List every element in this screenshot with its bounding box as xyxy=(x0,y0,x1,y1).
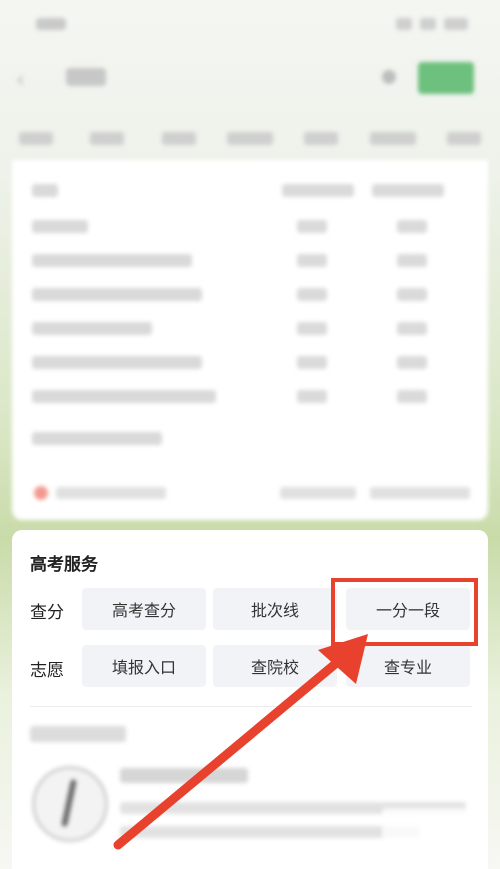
tab-item[interactable] xyxy=(357,118,428,158)
table-row xyxy=(32,356,472,370)
tab-item[interactable] xyxy=(429,118,500,158)
chevron-left-icon[interactable]: ‹ xyxy=(16,68,25,93)
search-input[interactable] xyxy=(66,68,106,86)
footer-link[interactable] xyxy=(370,487,470,499)
section-title xyxy=(30,726,126,742)
tab-item[interactable] xyxy=(71,118,142,158)
score-query-button[interactable]: 高考查分 xyxy=(82,588,206,630)
source-text xyxy=(56,487,166,499)
highlight-box xyxy=(331,578,478,646)
wifi-icon xyxy=(420,18,436,30)
search-button[interactable] xyxy=(418,62,474,94)
watermark xyxy=(382,808,476,852)
signal-icon xyxy=(396,18,412,30)
table-row xyxy=(32,288,472,302)
status-bar xyxy=(0,0,500,50)
panel-title: 高考服务 xyxy=(30,555,98,575)
row-label-score: 查分 xyxy=(30,603,64,623)
divider xyxy=(30,706,472,707)
tab-item[interactable] xyxy=(0,118,71,158)
apply-entry-button[interactable]: 填报入口 xyxy=(82,645,206,687)
battery-icon xyxy=(444,18,468,30)
tab-item[interactable] xyxy=(214,118,285,158)
table-row xyxy=(32,220,472,234)
tab-item[interactable] xyxy=(286,118,357,158)
table-row xyxy=(32,390,472,404)
status-time xyxy=(36,18,66,30)
tab-bar xyxy=(0,118,500,158)
quill-emblem-icon[interactable] xyxy=(32,766,108,842)
search-bar[interactable]: ‹ xyxy=(0,52,500,108)
clear-icon[interactable] xyxy=(382,70,396,84)
source-icon xyxy=(34,486,48,500)
tab-item[interactable] xyxy=(143,118,214,158)
row-label-volunteer: 志愿 xyxy=(30,661,64,681)
table-note xyxy=(32,432,472,446)
search-college-button[interactable]: 查院校 xyxy=(213,645,337,687)
account-desc xyxy=(120,826,420,838)
batch-line-button[interactable]: 批次线 xyxy=(213,588,337,630)
table-header xyxy=(32,184,472,198)
search-major-button[interactable]: 查专业 xyxy=(346,645,470,687)
footer-link[interactable] xyxy=(280,487,356,499)
table-row xyxy=(32,322,472,336)
account-name[interactable] xyxy=(120,768,248,783)
score-table-card xyxy=(12,160,488,520)
table-row xyxy=(32,254,472,268)
